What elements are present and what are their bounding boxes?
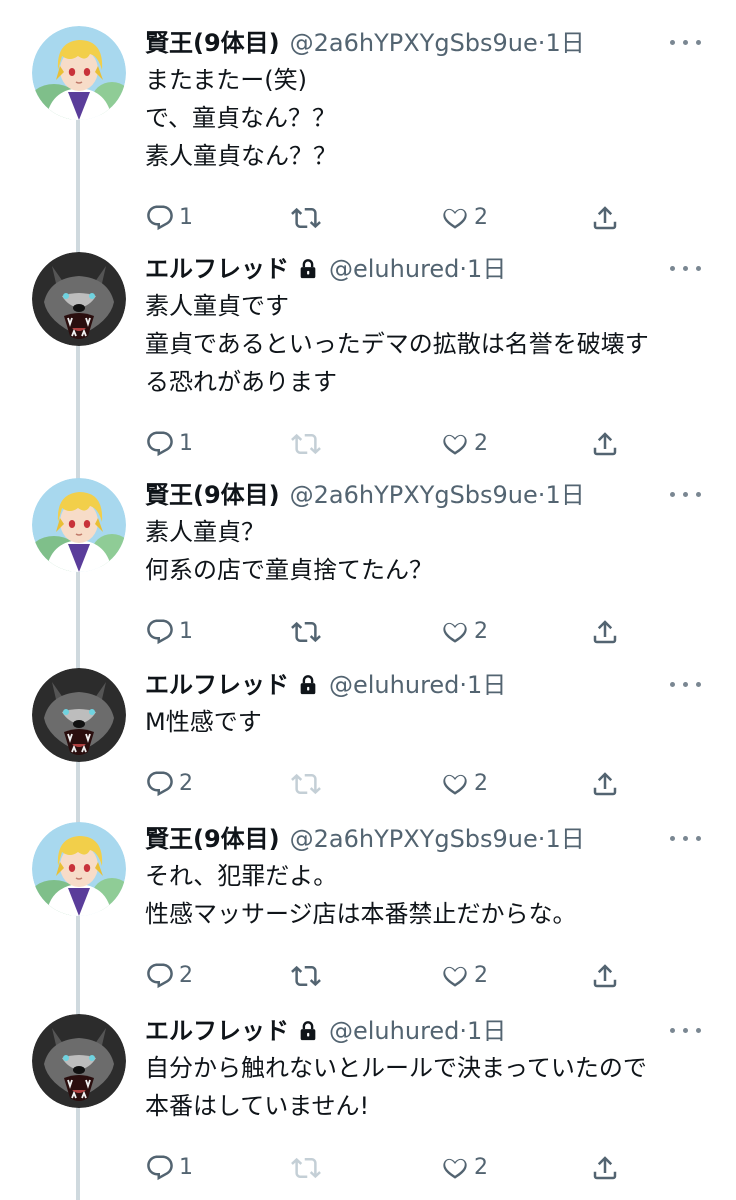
- like-count: 2: [474, 431, 488, 456]
- share-button[interactable]: [590, 425, 630, 465]
- share-button[interactable]: [590, 613, 630, 653]
- tweet-header: エルフレッド @eluhured·1日: [145, 252, 506, 286]
- tweet-time[interactable]: 1日: [467, 255, 506, 283]
- retweet-button[interactable]: [290, 199, 330, 239]
- author-handle[interactable]: @2a6hYPXYgSbs9ue: [290, 481, 538, 509]
- author-handle[interactable]: @2a6hYPXYgSbs9ue: [290, 825, 538, 853]
- tweet-text: 素人童貞です童貞であるといったデマの拡散は名誉を破壊す る恐れがあります: [145, 287, 715, 401]
- more-icon[interactable]: [670, 830, 706, 846]
- avatar[interactable]: [32, 822, 126, 916]
- retweet-button[interactable]: [290, 957, 330, 997]
- like-count: 2: [474, 1155, 488, 1180]
- reply-button[interactable]: 2: [145, 957, 225, 997]
- tweet-time[interactable]: 1日: [545, 825, 584, 853]
- tweet-text-line: 素人童貞です: [145, 292, 289, 320]
- tweet-text: 素人童貞？ 何系の店で童貞捨てたん？: [145, 513, 715, 589]
- author-handle[interactable]: @eluhured: [329, 255, 459, 283]
- lock-icon: [297, 671, 319, 705]
- tweet-text-line: 童貞であるといったデマの拡散は名誉を破壊す: [145, 330, 649, 358]
- like-count: 2: [474, 771, 488, 796]
- author-name[interactable]: 賢王(9体目): [145, 481, 280, 509]
- separator-dot: ·: [459, 255, 468, 283]
- tweet-text: それ、犯罪だよ。性感マッサージ店は本番禁止だからな。: [145, 857, 715, 933]
- separator-dot: ·: [459, 671, 468, 699]
- like-count: 2: [474, 205, 488, 230]
- tweet-header: 賢王(9体目) @2a6hYPXYgSbs9ue·1日: [145, 478, 585, 512]
- tweet-text: M性感です: [145, 703, 715, 741]
- like-button[interactable]: 2: [440, 199, 520, 239]
- tweet-header: 賢王(9体目) @2a6hYPXYgSbs9ue·1日: [145, 822, 585, 856]
- tweet-text-line: M性感です: [145, 708, 262, 736]
- avatar[interactable]: [32, 252, 126, 346]
- share-button[interactable]: [590, 199, 630, 239]
- tweet-header: エルフレッド @eluhured·1日: [145, 1014, 506, 1048]
- tweet-time[interactable]: 1日: [545, 481, 584, 509]
- retweet-button[interactable]: [290, 765, 330, 805]
- author-handle[interactable]: @eluhured: [329, 1017, 459, 1045]
- reply-button[interactable]: 1: [145, 199, 225, 239]
- share-button[interactable]: [590, 957, 630, 997]
- reply-count: 1: [179, 205, 193, 230]
- separator-dot: ·: [459, 1017, 468, 1045]
- avatar[interactable]: [32, 478, 126, 572]
- tweet-text-line: で、童貞なん？？: [145, 104, 337, 132]
- like-count: 2: [474, 619, 488, 644]
- like-button[interactable]: 2: [440, 765, 520, 805]
- author-name[interactable]: 賢王(9体目): [145, 825, 280, 853]
- like-button[interactable]: 2: [440, 425, 520, 465]
- more-icon[interactable]: [670, 1022, 706, 1038]
- reply-count: 1: [179, 619, 193, 644]
- tweet-text-line: 素人童貞なん？？: [145, 142, 337, 170]
- tweet-time[interactable]: 1日: [467, 671, 506, 699]
- more-icon[interactable]: [670, 260, 706, 276]
- tweet-text-line: 自分から触れないとルールで決まっていたので: [145, 1054, 647, 1082]
- author-name[interactable]: 賢王(9体目): [145, 29, 280, 57]
- avatar[interactable]: [32, 668, 126, 762]
- reply-button[interactable]: 1: [145, 425, 225, 465]
- author-name[interactable]: エルフレッド: [145, 255, 289, 283]
- tweet-text-line: それ、犯罪だよ。: [145, 862, 338, 890]
- author-name[interactable]: エルフレッド: [145, 1017, 289, 1045]
- tweet-text: 自分から触れないとルールで決まっていたので 本番はしていません!: [145, 1049, 715, 1125]
- share-button[interactable]: [590, 1149, 630, 1189]
- tweet-text: またまたー(笑) で、童貞なん？？ 素人童貞なん？？: [145, 61, 715, 175]
- reply-count: 1: [179, 431, 193, 456]
- tweet-time[interactable]: 1日: [467, 1017, 506, 1045]
- retweet-button[interactable]: [290, 425, 330, 465]
- avatar[interactable]: [32, 1014, 126, 1108]
- more-icon[interactable]: [670, 34, 706, 50]
- tweet-text-line: またまたー(笑): [145, 66, 308, 94]
- tweet-header: 賢王(9体目) @2a6hYPXYgSbs9ue·1日: [145, 26, 585, 60]
- reply-count: 1: [179, 1155, 193, 1180]
- tweet-text-line: 素人童貞？: [145, 518, 265, 546]
- reply-count: 2: [179, 771, 193, 796]
- like-button[interactable]: 2: [440, 957, 520, 997]
- reply-count: 2: [179, 963, 193, 988]
- reply-button[interactable]: 2: [145, 765, 225, 805]
- tweet-text-line: る恐れがあります: [145, 368, 337, 396]
- tweet-text-line: 本番はしていません!: [145, 1092, 370, 1120]
- lock-icon: [297, 1017, 319, 1051]
- tweet-text-line: 性感マッサージ店は本番禁止だからな。: [145, 900, 577, 928]
- more-icon[interactable]: [670, 676, 706, 692]
- more-icon[interactable]: [670, 486, 706, 502]
- retweet-button[interactable]: [290, 613, 330, 653]
- like-button[interactable]: 2: [440, 1149, 520, 1189]
- author-handle[interactable]: @2a6hYPXYgSbs9ue: [290, 29, 538, 57]
- reply-button[interactable]: 1: [145, 1149, 225, 1189]
- lock-icon: [297, 255, 319, 289]
- share-button[interactable]: [590, 765, 630, 805]
- tweet-text-line: 何系の店で童貞捨てたん？: [145, 556, 433, 584]
- like-button[interactable]: 2: [440, 613, 520, 653]
- retweet-button[interactable]: [290, 1149, 330, 1189]
- tweet-header: エルフレッド @eluhured·1日: [145, 668, 506, 702]
- like-count: 2: [474, 963, 488, 988]
- tweet-time[interactable]: 1日: [545, 29, 584, 57]
- author-name[interactable]: エルフレッド: [145, 671, 289, 699]
- reply-button[interactable]: 1: [145, 613, 225, 653]
- avatar[interactable]: [32, 26, 126, 120]
- author-handle[interactable]: @eluhured: [329, 671, 459, 699]
